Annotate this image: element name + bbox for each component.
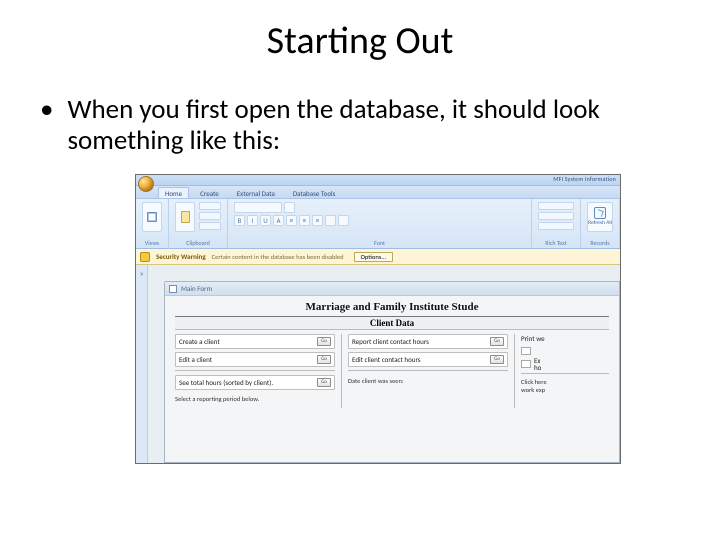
refresh-label: Refresh All	[588, 221, 612, 227]
chevron-right-icon: »	[138, 269, 146, 277]
ribbon-group-views: Views	[136, 199, 169, 248]
form-column-2: Report client contact hours Go Edit clie…	[348, 334, 515, 408]
total-hours-label: See total hours (sorted by client).	[179, 378, 273, 387]
create-client-go-button[interactable]: Go	[317, 337, 331, 346]
checkbox-row-2: Ex ho	[521, 357, 609, 371]
date-seen-row: Date client was seen:	[348, 375, 508, 387]
form-column-3: Print we Ex ho	[521, 334, 609, 408]
format-painter-button[interactable]	[199, 222, 221, 230]
align-center-button[interactable]: ≡	[299, 215, 310, 226]
refresh-all-button[interactable]: Refresh All	[587, 202, 613, 232]
tab-database-tools[interactable]: Database Tools	[286, 187, 343, 198]
divider	[348, 370, 508, 371]
main-form-window: Main Form Marriage and Family Institute …	[164, 281, 620, 463]
print-label: Print we	[521, 334, 609, 343]
edit-hours-go-button[interactable]: Go	[490, 355, 504, 364]
total-hours-row: See total hours (sorted by client). Go	[175, 375, 335, 390]
font-size-selector[interactable]	[284, 202, 295, 213]
tab-external-data[interactable]: External Data	[230, 187, 282, 198]
security-options-button[interactable]: Options...	[354, 252, 394, 262]
font-family-selector[interactable]	[234, 202, 282, 213]
create-client-row: Create a client Go	[175, 334, 335, 349]
form-heading: Marriage and Family Institute Stude	[165, 296, 619, 316]
group-label-richtext: Rich Text	[538, 239, 574, 247]
window-title: MFI System Information	[553, 175, 616, 183]
navigation-pane-collapsed[interactable]: »	[136, 265, 148, 463]
client-area: Main Form Marriage and Family Institute …	[148, 265, 620, 463]
form-column-1: Create a client Go Edit a client Go See …	[175, 334, 342, 408]
slide-title: Starting Out	[40, 18, 680, 64]
group-label-font: Font	[234, 239, 525, 247]
view-button[interactable]	[142, 202, 162, 232]
checkbox-2-label-b: ho	[534, 364, 541, 371]
tab-create[interactable]: Create	[193, 187, 226, 198]
underline-button[interactable]: U	[260, 215, 271, 226]
refresh-icon	[594, 207, 606, 219]
report-hours-label: Report client contact hours	[352, 337, 429, 346]
screenshot-container: MFI System Information Home Create Exter…	[135, 174, 621, 464]
paste-icon	[181, 211, 190, 223]
form-title: Main Form	[181, 284, 212, 293]
gridlines-button[interactable]	[338, 215, 349, 226]
edit-hours-label: Edit client contact hours	[352, 355, 421, 364]
richtext-button-1[interactable]	[538, 202, 574, 210]
bold-button[interactable]: B	[234, 215, 245, 226]
office-button-icon[interactable]	[138, 176, 154, 192]
divider	[175, 370, 335, 371]
group-label-records: Records	[587, 239, 613, 247]
cut-button[interactable]	[199, 202, 221, 210]
ribbon-tabs: Home Create External Data Database Tools	[136, 186, 620, 199]
work-exp-label: work exp	[521, 386, 609, 394]
form-icon	[169, 285, 177, 293]
group-label-clipboard: Clipboard	[175, 239, 221, 247]
ribbon-group-font: B I U A ≡ ≡ ≡ Font	[228, 199, 532, 248]
date-seen-label: Date client was seen:	[348, 377, 404, 385]
align-right-button[interactable]: ≡	[312, 215, 323, 226]
ribbon-group-richtext: Rich Text	[532, 199, 581, 248]
checkbox-row-1	[521, 347, 609, 355]
shield-icon	[140, 252, 150, 262]
divider	[521, 373, 609, 374]
click-here-label: Click here	[521, 378, 609, 386]
edit-client-go-button[interactable]: Go	[317, 355, 331, 364]
reporting-period-label: Select a reporting period below.	[175, 395, 259, 403]
italic-button[interactable]: I	[247, 215, 258, 226]
total-hours-go-button[interactable]: Go	[317, 378, 331, 387]
security-warning-bar: Security Warning Certain content in the …	[136, 249, 620, 265]
bullet-text: When you first open the database, it sho…	[67, 94, 680, 156]
checkbox-2[interactable]	[521, 360, 531, 368]
group-label-views: Views	[142, 239, 162, 247]
fill-color-button[interactable]	[325, 215, 336, 226]
ribbon-group-records: Refresh All Records	[581, 199, 620, 248]
paste-button[interactable]	[175, 202, 195, 232]
checkbox-1[interactable]	[521, 347, 531, 355]
reporting-period-row: Select a reporting period below.	[175, 393, 335, 405]
ribbon: Views Clipboard	[136, 199, 620, 249]
report-hours-row: Report client contact hours Go	[348, 334, 508, 349]
edit-hours-row: Edit client contact hours Go	[348, 352, 508, 367]
richtext-button-3[interactable]	[538, 222, 574, 230]
bullet-item: • When you first open the database, it s…	[40, 94, 680, 156]
create-client-label: Create a client	[179, 337, 220, 346]
align-left-button[interactable]: ≡	[286, 215, 297, 226]
report-hours-go-button[interactable]: Go	[490, 337, 504, 346]
bullet-dot: •	[40, 94, 53, 156]
security-warning-message: Certain content in the database has been…	[212, 253, 344, 261]
font-color-button[interactable]: A	[273, 215, 284, 226]
grid-icon	[147, 212, 157, 222]
section-header-client-data: Client Data	[175, 316, 609, 330]
window-titlebar: MFI System Information	[136, 175, 620, 186]
richtext-button-2[interactable]	[538, 212, 574, 220]
edit-client-label: Edit a client	[179, 355, 212, 364]
security-warning-label: Security Warning	[156, 252, 206, 261]
form-titlebar: Main Form	[165, 282, 619, 296]
tab-home[interactable]: Home	[158, 187, 189, 198]
edit-client-row: Edit a client Go	[175, 352, 335, 367]
copy-button[interactable]	[199, 212, 221, 220]
ribbon-group-clipboard: Clipboard	[169, 199, 228, 248]
